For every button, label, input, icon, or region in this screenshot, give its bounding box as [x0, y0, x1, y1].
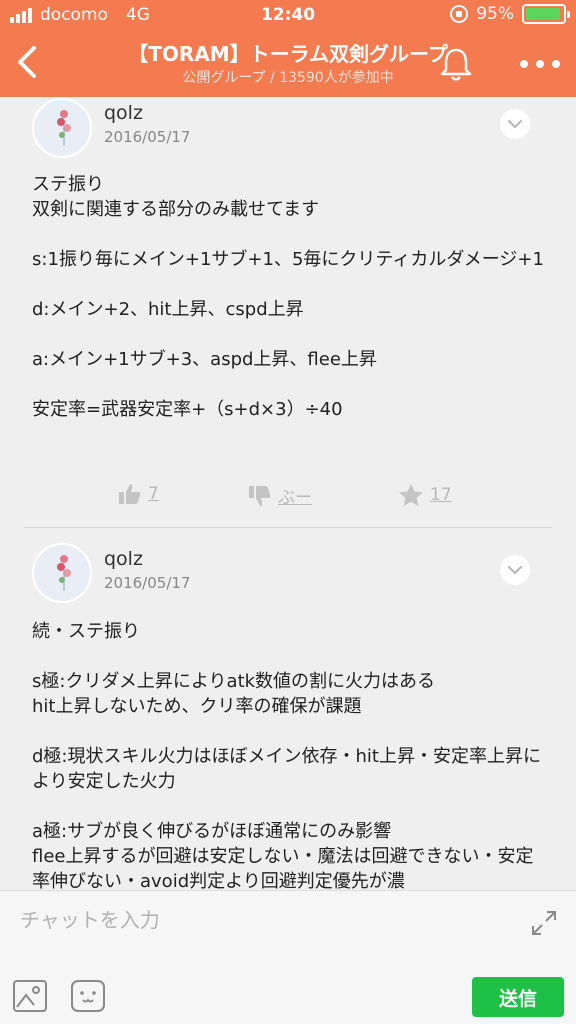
notification-button[interactable] — [436, 44, 476, 84]
star-icon — [399, 484, 423, 506]
dislike-label: ぶー — [278, 488, 312, 508]
post-date: 2016/05/17 — [104, 128, 191, 146]
post-body: 続・ステ振り s極:クリダメ上昇によりatk数値の割に火力はある hit上昇しな… — [32, 619, 546, 890]
like-count: 7 — [148, 484, 159, 504]
image-icon — [13, 980, 47, 1012]
post-card: qolz 2016/05/17 ステ振り 双剣に関連する部分のみ載せてます s:… — [0, 97, 576, 529]
like-button[interactable]: 7 — [118, 483, 159, 505]
avatar[interactable] — [32, 98, 92, 158]
post-card: qolz 2016/05/17 続・ステ振り s極:クリダメ上昇によりatk数値… — [0, 543, 576, 890]
chat-input[interactable] — [20, 905, 500, 935]
status-bar: docomo 4G 12:40 95% — [0, 0, 576, 32]
rotation-lock-icon — [450, 5, 469, 23]
post-menu-button[interactable] — [500, 109, 530, 139]
post-paragraph: s:1振り毎にメイン+1サブ+1、5毎にクリティカルダメージ+1 — [32, 249, 544, 270]
chevron-down-icon — [508, 566, 522, 575]
post-date: 2016/05/17 — [104, 574, 191, 592]
more-menu-button[interactable] — [520, 44, 560, 84]
dot-icon — [552, 60, 560, 68]
app-header: docomo 4G 12:40 95% 【TORAM】トーラム双剣グループ 公開… — [0, 0, 576, 97]
post-paragraph: a:メイン+1サブ+3、aspd上昇、flee上昇 — [32, 349, 377, 370]
post-author[interactable]: qolz — [104, 548, 143, 570]
post-paragraph: a極:サブが良く伸びるがほぼ通常にのみ影響 flee上昇するが回避は安定しない・… — [32, 821, 534, 890]
post-paragraph: d極:現状スキル火力はほぼメイン依存・hit上昇・安定率上昇により安定した火力 — [32, 746, 541, 792]
post-paragraph: s極:クリダメ上昇によりatk数値の割に火力はある hit上昇しないため、クリ率… — [32, 671, 436, 717]
nav-bar: 【TORAM】トーラム双剣グループ 公開グループ / 13590人が参加中 — [0, 32, 576, 97]
chat-composer: 送信 — [0, 890, 576, 1024]
emoji-icon — [71, 980, 105, 1012]
post-menu-button[interactable] — [500, 555, 530, 585]
post-author[interactable]: qolz — [104, 102, 143, 124]
chevron-down-icon — [508, 120, 522, 129]
sticker-button[interactable] — [70, 979, 106, 1013]
battery-percent: 95% — [476, 4, 514, 24]
thumbs-up-icon — [119, 484, 141, 504]
dot-icon — [536, 60, 544, 68]
post-paragraph: d:メイン+2、hit上昇、cspd上昇 — [32, 299, 304, 320]
star-count: 17 — [430, 485, 452, 505]
flower-icon — [57, 555, 71, 591]
dislike-button[interactable]: ぶー — [248, 483, 312, 508]
dot-icon — [520, 60, 528, 68]
post-feed[interactable]: qolz 2016/05/17 ステ振り 双剣に関連する部分のみ載せてます s:… — [0, 97, 576, 890]
chevron-left-icon — [18, 46, 36, 78]
back-button[interactable] — [8, 42, 48, 82]
star-button[interactable]: 17 — [398, 483, 452, 507]
image-button[interactable] — [12, 979, 48, 1013]
expand-icon — [532, 911, 556, 935]
send-button[interactable]: 送信 — [472, 977, 564, 1017]
post-body: ステ振り 双剣に関連する部分のみ載せてます s:1振り毎にメイン+1サブ+1、5… — [32, 172, 546, 447]
status-right: 95% — [450, 4, 570, 24]
group-title: 【TORAM】トーラム双剣グループ — [128, 42, 448, 66]
post-paragraph: 安定率=武器安定率+（s+d×3）÷40 — [32, 399, 343, 420]
post-actions: 7 ぶー 17 — [0, 483, 576, 513]
flower-icon — [57, 110, 71, 146]
expand-button[interactable] — [530, 909, 558, 937]
post-divider — [24, 527, 552, 528]
battery-icon — [522, 4, 570, 24]
post-paragraph: 続・ステ振り — [32, 621, 140, 642]
bell-icon — [440, 48, 472, 81]
avatar[interactable] — [32, 543, 92, 603]
group-subtitle: 公開グループ / 13590人が参加中 — [182, 70, 394, 86]
post-paragraph: ステ振り 双剣に関連する部分のみ載せてます — [32, 174, 320, 220]
thumbs-down-icon — [249, 485, 271, 506]
